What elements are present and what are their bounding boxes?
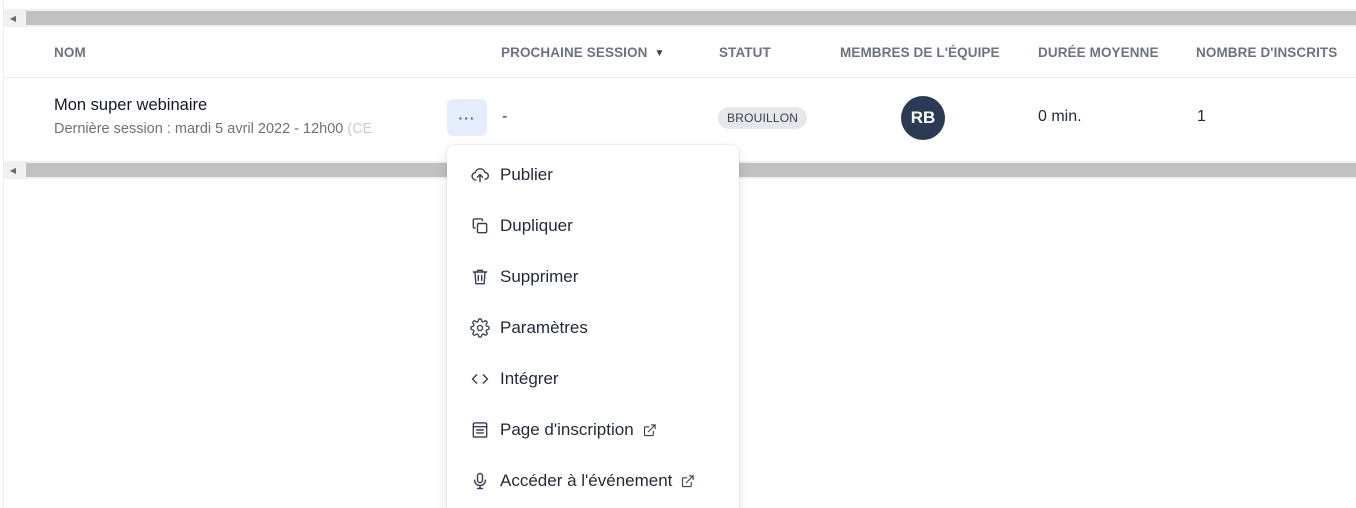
table-header: NOM PROCHAINE SESSION ▼ STATUT MEMBRES DE… <box>4 28 1356 78</box>
cloud-upload-icon <box>470 165 490 185</box>
column-header-next-session[interactable]: PROCHAINE SESSION ▼ <box>501 45 664 60</box>
column-header-registrants[interactable]: NOMBRE D'INSCRITS <box>1196 45 1337 60</box>
microphone-icon <box>470 471 490 491</box>
gear-icon <box>470 318 490 338</box>
horizontal-scrollbar-top[interactable]: ◀ <box>4 9 1356 27</box>
copy-icon <box>470 216 490 236</box>
webinar-title[interactable]: Mon super webinaire <box>54 96 207 115</box>
menu-item-registration-page[interactable]: Page d'inscription <box>447 410 739 450</box>
menu-item-label: Paramètres <box>500 318 588 337</box>
code-icon <box>470 369 490 389</box>
caret-down-icon: ▼ <box>654 48 665 59</box>
more-actions-button[interactable]: ··· <box>447 99 487 136</box>
status-badge: BROUILLON <box>718 107 808 129</box>
menu-item-delete[interactable]: Supprimer <box>447 257 739 297</box>
trash-icon <box>470 267 490 287</box>
menu-item-label: Supprimer <box>500 267 579 286</box>
scroll-left-arrow-icon[interactable]: ◀ <box>4 9 22 27</box>
next-session-value: - <box>502 108 508 125</box>
external-link-icon <box>642 422 658 438</box>
webinar-last-session: Dernière session : mardi 5 avril 2022 - … <box>54 121 428 137</box>
menu-item-settings[interactable]: Paramètres <box>447 308 739 348</box>
external-link-icon <box>680 473 696 489</box>
registrants-value: 1 <box>1197 108 1206 125</box>
menu-item-duplicate[interactable]: Dupliquer <box>447 206 739 246</box>
scrollbar-thumb[interactable] <box>26 11 1356 25</box>
form-page-icon <box>470 420 490 440</box>
menu-item-label: Intégrer <box>500 369 559 388</box>
avatar[interactable]: RB <box>901 96 945 140</box>
column-header-status[interactable]: STATUT <box>719 45 771 60</box>
column-header-name[interactable]: NOM <box>54 45 86 60</box>
menu-item-access-event[interactable]: Accéder à l'événement <box>447 461 739 501</box>
actions-dropdown-menu: Publier Dupliquer Supprimer Paramètres I… <box>447 145 739 508</box>
column-header-avg-duration[interactable]: DURÉE MOYENNE <box>1038 45 1159 60</box>
last-session-text: Dernière session : mardi 5 avril 2022 - … <box>54 121 344 137</box>
menu-item-label: Publier <box>500 165 553 184</box>
menu-item-embed[interactable]: Intégrer <box>447 359 739 399</box>
menu-item-label: Accéder à l'événement <box>500 471 673 490</box>
menu-item-label: Page d'inscription <box>500 420 634 439</box>
scroll-left-arrow-icon[interactable]: ◀ <box>4 161 22 179</box>
menu-item-label: Dupliquer <box>500 216 573 235</box>
last-session-text-overflow: (CE <box>343 121 373 137</box>
avg-duration-value: 0 min. <box>1038 108 1082 125</box>
column-header-next-session-label: PROCHAINE SESSION <box>501 45 648 60</box>
column-header-team-members[interactable]: MEMBRES DE L'ÉQUIPE <box>840 45 1000 60</box>
menu-item-publish[interactable]: Publier <box>447 155 739 195</box>
